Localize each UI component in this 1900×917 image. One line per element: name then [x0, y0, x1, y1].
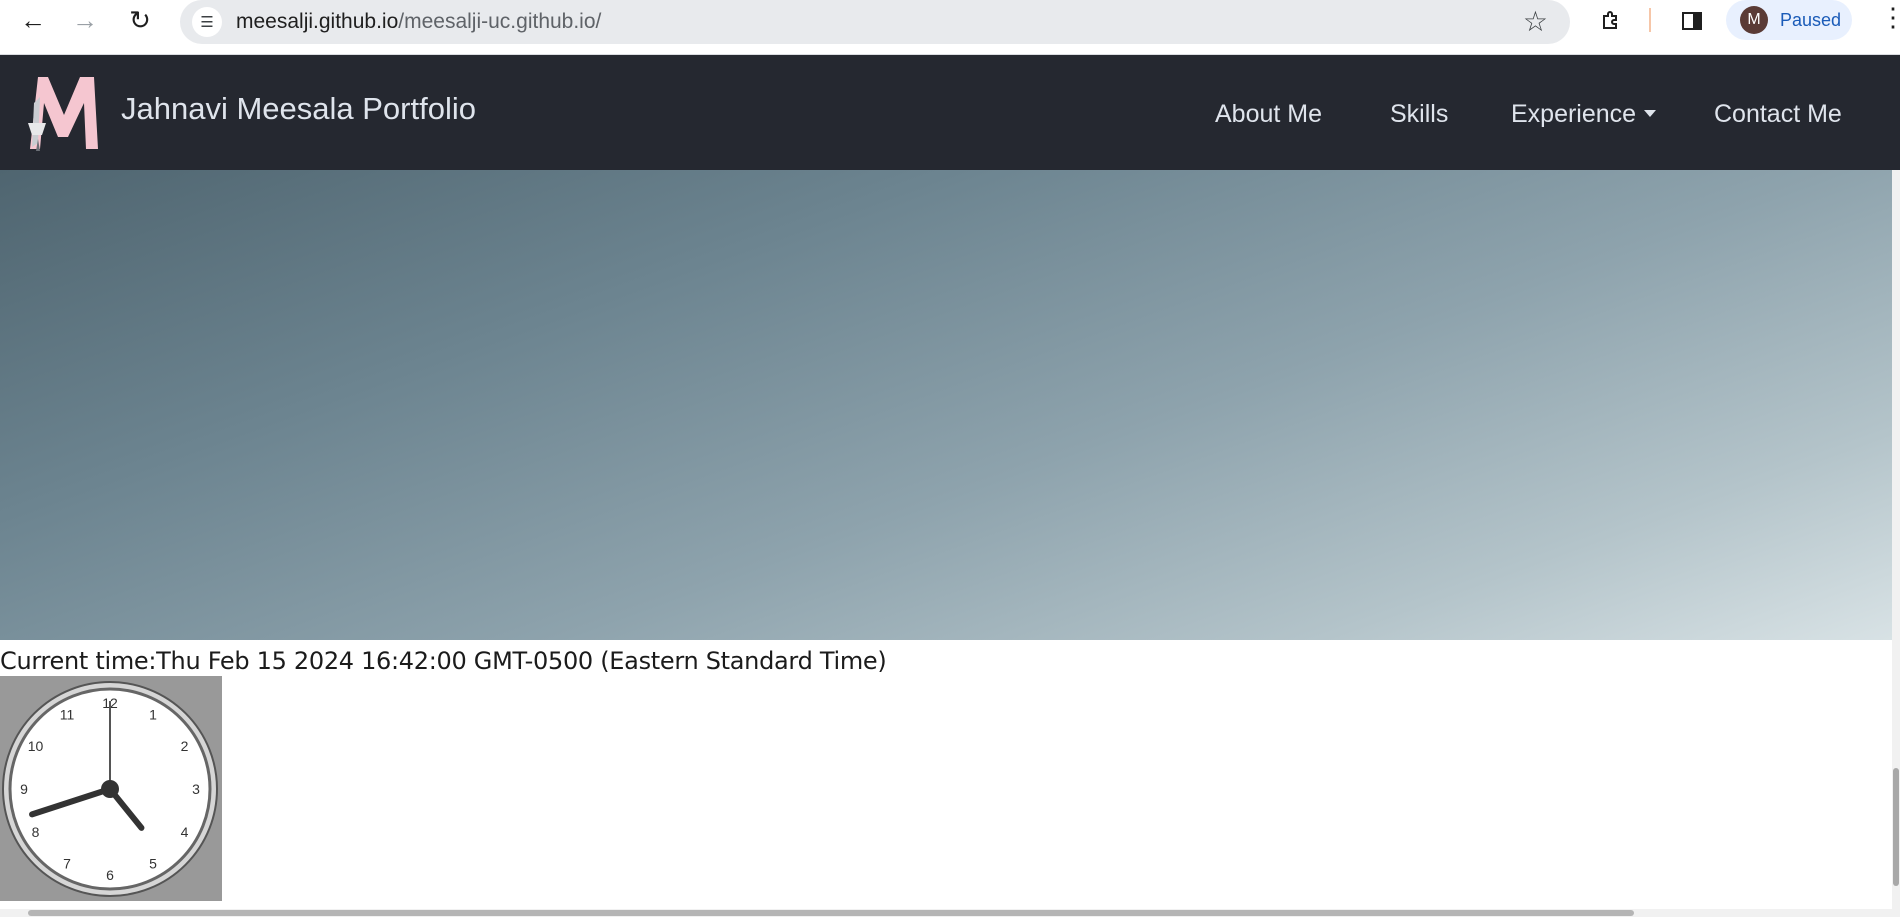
nav-link-about-me[interactable]: About Me	[1215, 100, 1322, 129]
back-arrow-icon[interactable]: ←	[15, 2, 51, 38]
nav-link-skills[interactable]: Skills	[1390, 100, 1448, 129]
reload-icon[interactable]: ↻	[122, 2, 158, 38]
extensions-icon[interactable]	[1593, 3, 1629, 39]
browser-toolbar: ← → ↻ ☰ meesalji.github.io/meesalji-uc.g…	[0, 0, 1900, 55]
site-navbar: Jahnavi Meesala Portfolio About Me Skill…	[0, 55, 1900, 170]
clock-face: 121234567891011	[2, 681, 218, 897]
url-host: meesalji.github.io	[236, 10, 399, 33]
clock-numeral: 3	[192, 781, 200, 797]
vertical-scrollbar[interactable]	[1892, 170, 1900, 917]
more-menu-icon[interactable]: ⋮	[1880, 2, 1900, 33]
toolbar-separator	[1649, 8, 1651, 32]
star-icon[interactable]: ☆	[1523, 5, 1548, 38]
brand-title[interactable]: Jahnavi Meesala Portfolio	[121, 91, 476, 127]
analog-clock: 121234567891011	[0, 676, 222, 901]
clock-numeral: 5	[149, 855, 157, 871]
clock-numeral: 6	[106, 867, 114, 883]
clock-numeral: 4	[181, 824, 189, 840]
clock-numeral: 8	[32, 824, 40, 840]
vertical-scrollbar-thumb[interactable]	[1893, 768, 1899, 886]
horizontal-scrollbar[interactable]	[0, 909, 1892, 917]
clock-numeral: 9	[20, 781, 28, 797]
side-panel-icon[interactable]	[1674, 3, 1710, 39]
brand-logo[interactable]	[24, 73, 100, 151]
profile-button[interactable]: M Paused	[1726, 0, 1852, 40]
nav-link-experience[interactable]: Experience	[1511, 100, 1657, 129]
clock-numeral: 7	[63, 855, 71, 871]
forward-arrow-icon[interactable]: →	[67, 2, 103, 38]
clock-numeral: 10	[28, 738, 44, 754]
clock-center-pin	[101, 780, 119, 798]
nav-link-experience-label: Experience	[1511, 100, 1637, 128]
profile-status: Paused	[1780, 9, 1842, 30]
nav-link-contact-me[interactable]: Contact Me	[1714, 100, 1842, 129]
clock-numeral: 2	[181, 738, 189, 754]
clock-numeral: 1	[149, 707, 157, 723]
address-bar[interactable]: ☰ meesalji.github.io/meesalji-uc.github.…	[180, 0, 1570, 44]
url-path: /meesalji-uc.github.io/	[398, 10, 602, 33]
avatar: M	[1740, 6, 1768, 34]
clock-numeral: 11	[60, 707, 75, 723]
hero-banner-image	[0, 170, 1892, 640]
chevron-down-icon	[1644, 110, 1657, 117]
current-time-text: Current time:Thu Feb 15 2024 16:42:00 GM…	[0, 647, 887, 675]
horizontal-scrollbar-thumb[interactable]	[28, 910, 1634, 916]
url-text[interactable]: meesalji.github.io/meesalji-uc.github.io…	[236, 10, 601, 34]
site-info-icon[interactable]: ☰	[192, 7, 222, 37]
